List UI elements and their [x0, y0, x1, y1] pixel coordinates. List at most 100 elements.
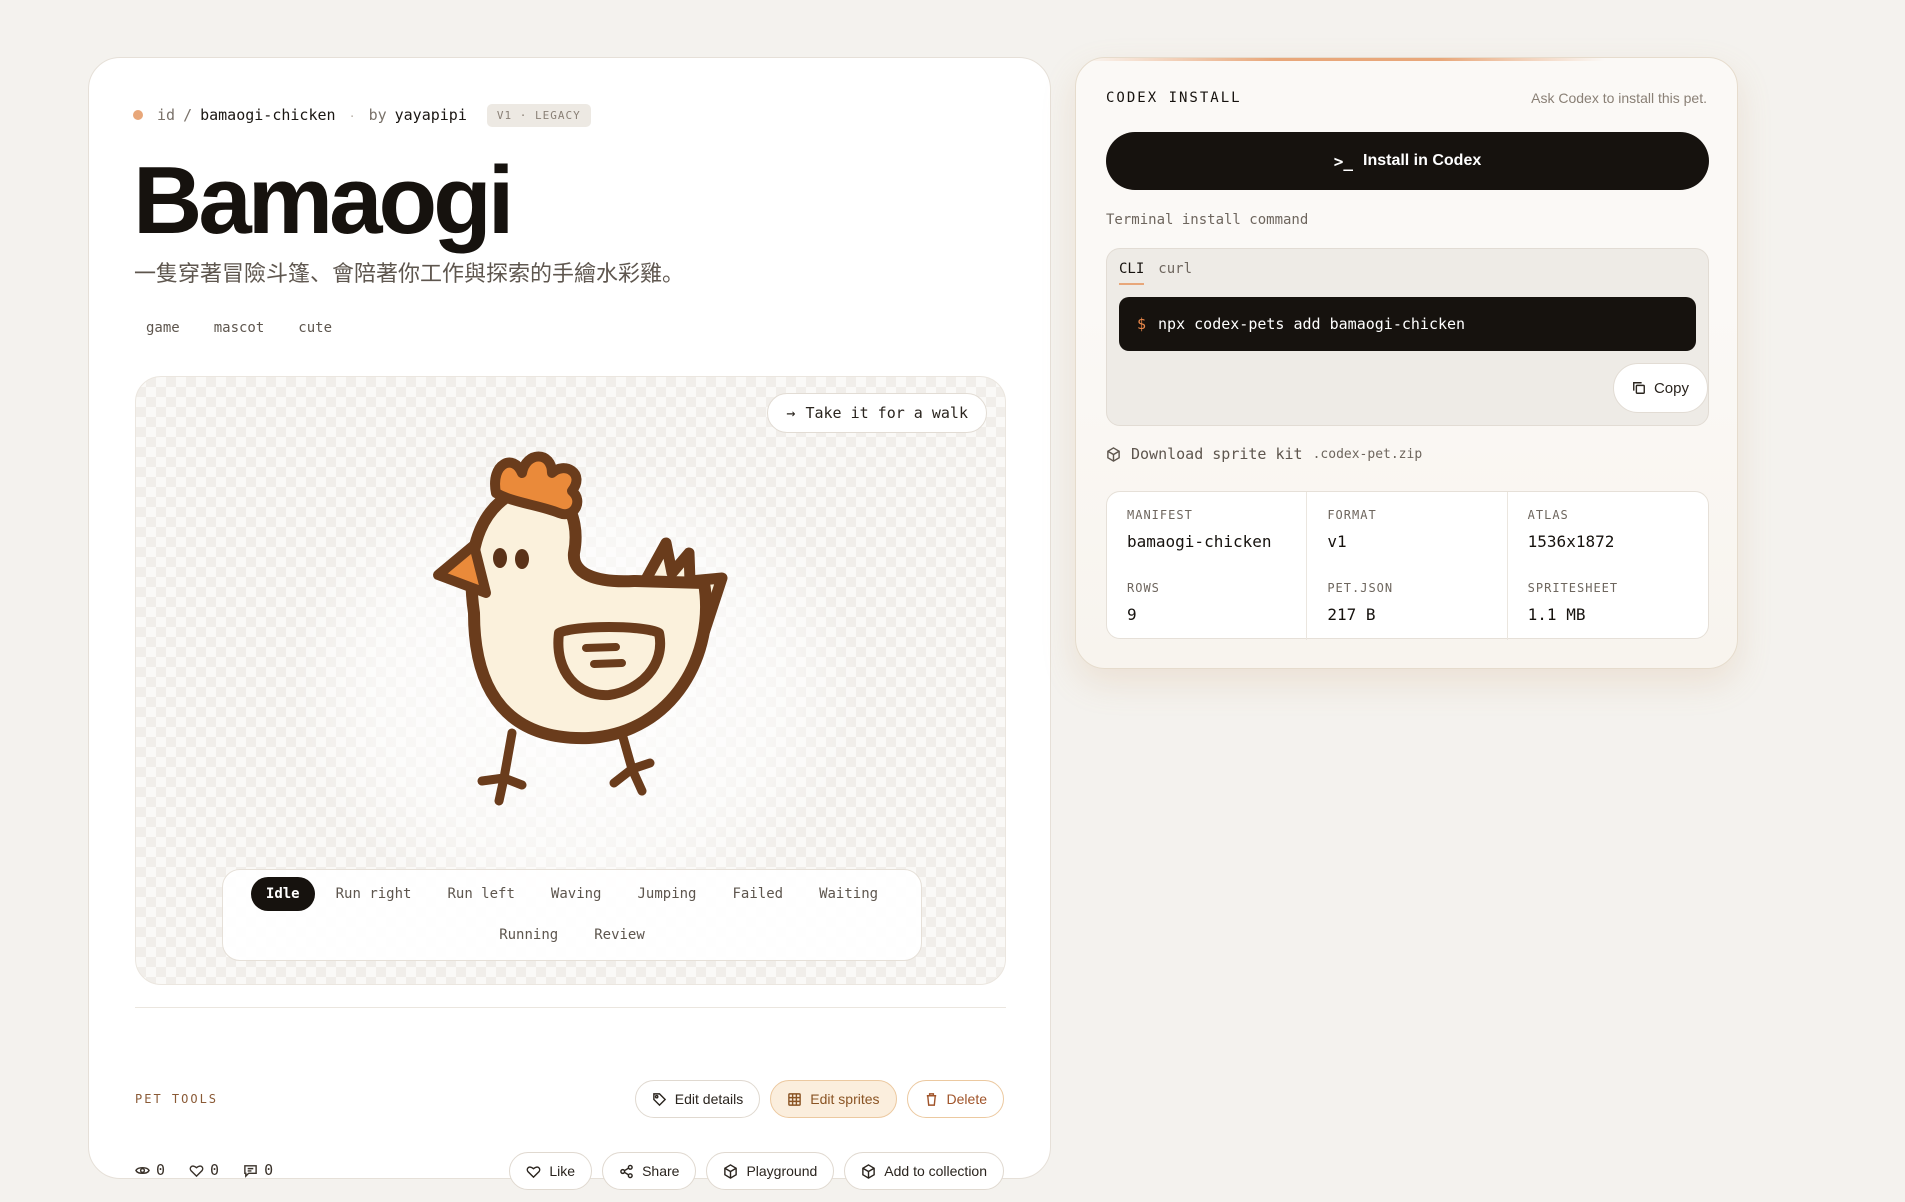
- terminal-icon: >_: [1333, 151, 1353, 171]
- anim-run-left[interactable]: Run left: [432, 877, 529, 911]
- download-sprite-kit-link[interactable]: Download sprite kit .codex-pet.zip: [1106, 445, 1422, 463]
- like-button[interactable]: Like: [509, 1152, 593, 1190]
- arrow-right-icon: →: [786, 404, 796, 422]
- animation-row-2: Running Review: [223, 918, 921, 952]
- codex-install-card: CODEX INSTALL Ask Codex to install this …: [1075, 57, 1738, 669]
- manifest-column-3: ATLAS 1536x1872 SPRITESHEET 1.1 MB: [1508, 492, 1708, 640]
- meta-separator: ·: [349, 106, 355, 124]
- download-extension: .codex-pet.zip: [1312, 446, 1423, 462]
- pet-meta-row: id / bamaogi-chicken · by yayapipi V1 · …: [133, 102, 591, 128]
- install-header: CODEX INSTALL Ask Codex to install this …: [1106, 90, 1707, 106]
- rows-value: 9: [1127, 605, 1137, 624]
- edit-details-label: Edit details: [674, 1091, 744, 1107]
- version-badge: V1 · LEGACY: [486, 103, 591, 127]
- tag-game[interactable]: game: [134, 314, 192, 342]
- tag-list: game mascot cute: [134, 314, 344, 342]
- manifest-grid: MANIFEST bamaogi-chicken ROWS 9 FORMAT v…: [1106, 491, 1709, 640]
- download-label: Download sprite kit: [1131, 445, 1303, 463]
- anim-run-right[interactable]: Run right: [321, 877, 427, 911]
- playground-label: Playground: [746, 1163, 818, 1179]
- like-label: Like: [549, 1163, 576, 1179]
- anim-idle[interactable]: Idle: [250, 877, 315, 911]
- pet-tools-buttons: Edit details Edit sprites Delete: [634, 1080, 1004, 1118]
- pet-tools-label: PET TOOLS: [135, 1092, 219, 1106]
- anim-failed[interactable]: Failed: [718, 877, 799, 911]
- command-text: npx codex-pets add bamaogi-chicken: [1158, 315, 1466, 333]
- chicken-eye-right: [515, 549, 529, 569]
- eye-icon: [135, 1166, 150, 1174]
- petjson-label: PET.JSON: [1327, 581, 1394, 595]
- box-icon: [724, 1163, 738, 1179]
- take-walk-label: Take it for a walk: [805, 404, 968, 422]
- views-stat: 0: [135, 1161, 165, 1179]
- tab-cli[interactable]: CLI: [1119, 261, 1145, 285]
- anim-jumping[interactable]: Jumping: [622, 877, 711, 911]
- command-tabs: CLI curl: [1119, 261, 1192, 285]
- command-line[interactable]: $ npx codex-pets add bamaogi-chicken: [1119, 297, 1696, 351]
- heart-icon: [526, 1165, 541, 1178]
- pet-preview-stage: → Take it for a walk Idle Run right Run …: [135, 376, 1006, 985]
- animation-row-1: Idle Run right Run left Waving Jumping F…: [223, 877, 921, 911]
- add-to-collection-label: Add to collection: [884, 1163, 987, 1179]
- playground-button[interactable]: Playground: [706, 1152, 835, 1190]
- prompt-symbol: $: [1137, 315, 1147, 333]
- tag-mascot[interactable]: mascot: [202, 314, 277, 342]
- anim-running[interactable]: Running: [484, 918, 573, 952]
- grid-icon: [788, 1092, 802, 1106]
- format-label: FORMAT: [1327, 508, 1377, 522]
- install-hint: Ask Codex to install this pet.: [1531, 90, 1707, 106]
- manifest-column-2: FORMAT v1 PET.JSON 217 B: [1307, 492, 1508, 640]
- edit-sprites-button[interactable]: Edit sprites: [770, 1080, 897, 1118]
- install-button-label: Install in Codex: [1363, 152, 1482, 169]
- tag-cute[interactable]: cute: [286, 314, 344, 342]
- anim-waiting[interactable]: Waiting: [804, 877, 893, 911]
- likes-stat: 0: [189, 1161, 219, 1179]
- chicken-beak: [433, 540, 491, 598]
- share-icon: [620, 1164, 633, 1178]
- heart-icon: [189, 1164, 204, 1177]
- terminal-command-label: Terminal install command: [1106, 212, 1309, 228]
- status-dot: [133, 110, 143, 120]
- comments-count: 0: [264, 1161, 274, 1179]
- likes-count: 0: [210, 1161, 220, 1179]
- take-walk-button[interactable]: → Take it for a walk: [767, 393, 987, 433]
- comments-stat: 0: [243, 1161, 273, 1179]
- stats-row: 0 0 0: [135, 1161, 273, 1179]
- pet-description: 一隻穿著冒險斗篷、會陪著你工作與探索的手繪水彩雞。: [134, 262, 685, 287]
- author-link[interactable]: yayapipi: [395, 106, 467, 124]
- id-label: id: [157, 106, 176, 124]
- edit-details-button[interactable]: Edit details: [634, 1080, 761, 1118]
- copy-icon: [1633, 382, 1645, 394]
- manifest-column-1: MANIFEST bamaogi-chicken ROWS 9: [1107, 492, 1308, 640]
- social-buttons: Like Share Playground Add to collection: [509, 1152, 1004, 1190]
- comment-icon: [244, 1164, 257, 1178]
- pet-detail-card: id / bamaogi-chicken · by yayapipi V1 · …: [88, 57, 1051, 1190]
- manifest-value: bamaogi-chicken: [1127, 532, 1272, 551]
- box-icon: [862, 1163, 876, 1179]
- anim-waving[interactable]: Waving: [536, 877, 617, 911]
- delete-button[interactable]: Delete: [906, 1080, 1004, 1118]
- delete-label: Delete: [946, 1091, 987, 1107]
- add-to-collection-button[interactable]: Add to collection: [844, 1152, 1004, 1190]
- id-slash: /: [183, 106, 193, 124]
- share-button[interactable]: Share: [602, 1152, 697, 1190]
- share-label: Share: [642, 1163, 680, 1179]
- atlas-value: 1536x1872: [1527, 532, 1615, 551]
- by-label: by: [368, 106, 387, 124]
- format-value: v1: [1327, 532, 1347, 551]
- copy-button[interactable]: Copy: [1612, 363, 1708, 413]
- chicken-body: [465, 480, 712, 745]
- copy-label: Copy: [1653, 379, 1689, 397]
- spritesheet-value: 1.1 MB: [1527, 605, 1586, 624]
- tag-icon: [652, 1092, 666, 1106]
- section-divider: [135, 1007, 1006, 1008]
- pet-title: Bamaogi: [133, 147, 514, 254]
- trash-icon: [926, 1092, 936, 1106]
- tab-curl[interactable]: curl: [1158, 261, 1192, 285]
- install-title: CODEX INSTALL: [1106, 90, 1242, 106]
- install-in-codex-button[interactable]: >_ Install in Codex: [1106, 132, 1709, 190]
- atlas-label: ATLAS: [1527, 508, 1569, 522]
- anim-review[interactable]: Review: [579, 918, 660, 952]
- animation-selector: Idle Run right Run left Waving Jumping F…: [222, 869, 922, 961]
- edit-sprites-label: Edit sprites: [810, 1091, 880, 1107]
